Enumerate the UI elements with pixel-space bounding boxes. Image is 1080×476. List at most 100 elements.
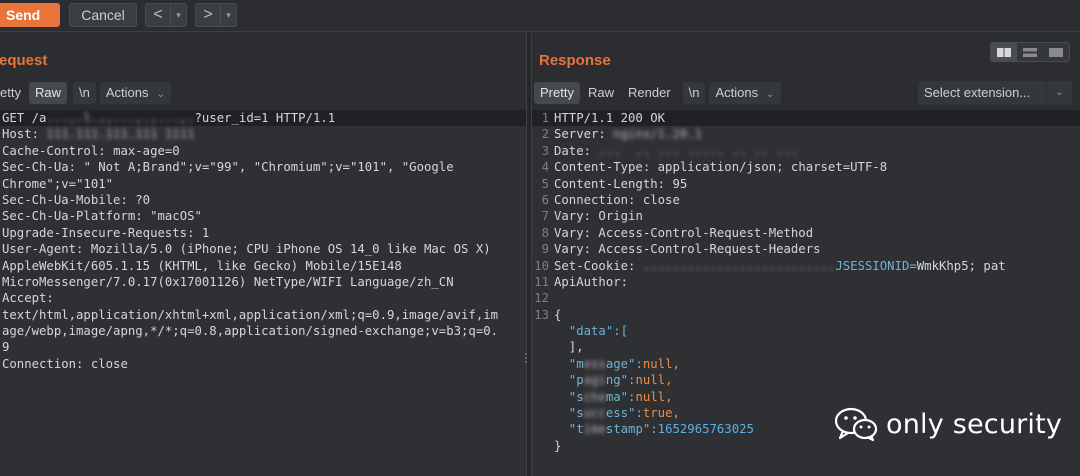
response-line: 5 Content-Length: 95 [532, 176, 1080, 192]
request-line-text: AppleWebKit/605.1.15 (KHTML, like Gecko)… [0, 258, 402, 274]
response-line: 3 Date: ... .. ... ..... .. .. ... [532, 143, 1080, 159]
request-line-text: Chrome";v="101" [0, 176, 113, 192]
header-name: User-Agent: [2, 242, 91, 257]
newline-toggle-button[interactable]: \n [682, 82, 706, 104]
actions-dropdown[interactable]: Actions ⌄ [709, 82, 781, 104]
header-value: ?user_id=1 HTTP/1.1 [194, 111, 336, 125]
header-value: 1 [201, 225, 210, 240]
value: true, [642, 406, 680, 421]
json-key: "s [554, 406, 584, 421]
line-number: 5 [541, 176, 549, 191]
json-key: "t [554, 422, 584, 437]
response-line: 2 Server: nginx/1.20.1 [532, 126, 1080, 142]
request-line-text: Sec-Ch-Ua-Platform: "macOS" [0, 208, 202, 224]
request-line-text: age/webp,image/apng,*/*;q=0.8,applicatio… [0, 323, 498, 339]
request-line: AppleWebKit/605.1.15 (KHTML, like Gecko)… [0, 258, 526, 274]
response-line: 8 Vary: Access-Control-Request-Method [532, 225, 1080, 241]
send-button[interactable]: Send [0, 3, 60, 27]
line-number [532, 372, 552, 388]
response-line: 7 Vary: Origin [532, 208, 1080, 224]
request-line: GET /a...,.l.,,...,.,...,.?user_id=1 HTT… [0, 110, 526, 127]
tab-render[interactable]: Render [622, 82, 677, 104]
response-line: 10 Set-Cookie: ..........................… [532, 258, 1080, 274]
header-name: Date: [554, 143, 599, 158]
back-history-dropdown[interactable]: ▾ [170, 4, 186, 26]
json-key-rest: stamp": [605, 422, 658, 437]
json-key-rest: ng": [605, 373, 636, 388]
forward-history-dropdown[interactable]: ▾ [220, 4, 236, 26]
redacted-text: agi [583, 373, 606, 388]
header-name: } [554, 438, 562, 453]
select-extension-label: Select extension... [924, 85, 1031, 100]
header-name: HTTP/1.1 200 OK [554, 111, 666, 125]
header-name: Set-Cookie: [554, 258, 643, 273]
response-line-text: "success":true, [552, 405, 680, 421]
request-line-text: Host: 111.111.111.111 1111 [0, 126, 195, 142]
response-line-text: Vary: Access-Control-Request-Headers [552, 241, 821, 257]
response-line-text: Server: nginx/1.20.1 [552, 126, 702, 142]
header-name: Host: [2, 127, 47, 142]
watermark-text: only security [886, 408, 1063, 440]
json-key-rest: age": [605, 356, 643, 371]
header-name: ApiAuthor: [554, 274, 629, 289]
line-number: 13 [534, 307, 549, 322]
forward-arrow-icon[interactable]: > [196, 4, 220, 26]
request-line-text: MicroMessenger/7.0.17(0x17001126) NetTyp… [0, 274, 454, 290]
back-arrow-icon[interactable]: < [146, 4, 170, 26]
layout-single-button[interactable] [1043, 43, 1069, 61]
header-value: AppleWebKit/605.1.15 (KHTML, like Gecko)… [2, 258, 402, 273]
response-line-text: "paging":null, [552, 372, 673, 388]
request-editor[interactable]: GET /a...,.l.,,...,.,...,.?user_id=1 HTT… [0, 110, 526, 476]
cancel-button[interactable]: Cancel [69, 3, 137, 27]
newline-toggle-button[interactable]: \n [72, 82, 96, 104]
response-line: 6 Connection: close [532, 192, 1080, 208]
header-value: Mozilla/5.0 (iPhone; CPU iPhone OS 14_0 … [90, 242, 491, 257]
json-key: "data":[ [554, 324, 629, 339]
response-line: 1 HTTP/1.1 200 OK [532, 110, 1080, 127]
header-name: Connection: [554, 192, 643, 207]
header-name: Content-Length: [554, 176, 673, 191]
redacted-text: ucc [583, 406, 606, 421]
request-line: Cache-Control: max-age=0 [0, 143, 526, 159]
response-line-text: ApiAuthor: [552, 274, 628, 290]
request-line: Sec-Ch-Ua-Mobile: ?0 [0, 192, 526, 208]
response-line-text: Content-Length: 95 [552, 176, 687, 192]
value: Origin [598, 209, 643, 224]
header-name: Vary: [554, 209, 599, 224]
layout-stacked-button[interactable] [1017, 43, 1043, 61]
tab-pretty[interactable]: Pretty [534, 82, 580, 104]
value: close [642, 192, 680, 207]
tab-pretty[interactable]: etty [0, 82, 27, 104]
header-name: Cache-Control: [2, 143, 114, 158]
redacted-text: nginx/1.20.1 [613, 127, 703, 142]
watermark: only security [834, 407, 1062, 441]
actions-dropdown[interactable]: Actions ⌄ [99, 82, 171, 104]
tab-raw[interactable]: Raw [582, 82, 620, 104]
header-name: Sec-Ch-Ua: [2, 160, 84, 175]
request-line-text: Cache-Control: max-age=0 [0, 143, 180, 159]
header-name: Vary: [554, 225, 599, 240]
header-value: " Not A;Brand";v="99", "Chromium";v="101… [83, 160, 454, 175]
header-value: close [90, 356, 128, 371]
response-line-text: } [552, 438, 561, 454]
response-line: 9 Vary: Access-Control-Request-Headers [532, 241, 1080, 257]
drag-handle-icon[interactable]: · · · [524, 349, 528, 368]
redacted-text: ime [583, 422, 606, 437]
select-extension-dropdown[interactable]: Select extension... ⌄ [918, 81, 1072, 105]
header-value: 9 [2, 340, 10, 355]
header-value: max-age=0 [113, 143, 180, 158]
header-value: text/html,application/xhtml+xml,applicat… [2, 307, 499, 322]
response-line-text [552, 290, 554, 306]
layout-side-by-side-button[interactable] [991, 43, 1017, 61]
request-line-text: Connection: close [0, 356, 128, 372]
request-line: age/webp,image/apng,*/*;q=0.8,applicatio… [0, 323, 526, 339]
value-rest: WmkKhp5; pat [916, 258, 1006, 273]
redacted-text: che [583, 389, 606, 404]
header-name: ], [554, 340, 584, 355]
header-value: "macOS" [150, 209, 202, 224]
layout-toggle-group [990, 42, 1070, 62]
line-number [532, 438, 552, 454]
tab-raw[interactable]: Raw [28, 82, 67, 104]
top-toolbar: Send Cancel < ▾ > ▾ [0, 0, 1080, 32]
redacted-text: 111.111.111.111 1111 [46, 127, 195, 142]
